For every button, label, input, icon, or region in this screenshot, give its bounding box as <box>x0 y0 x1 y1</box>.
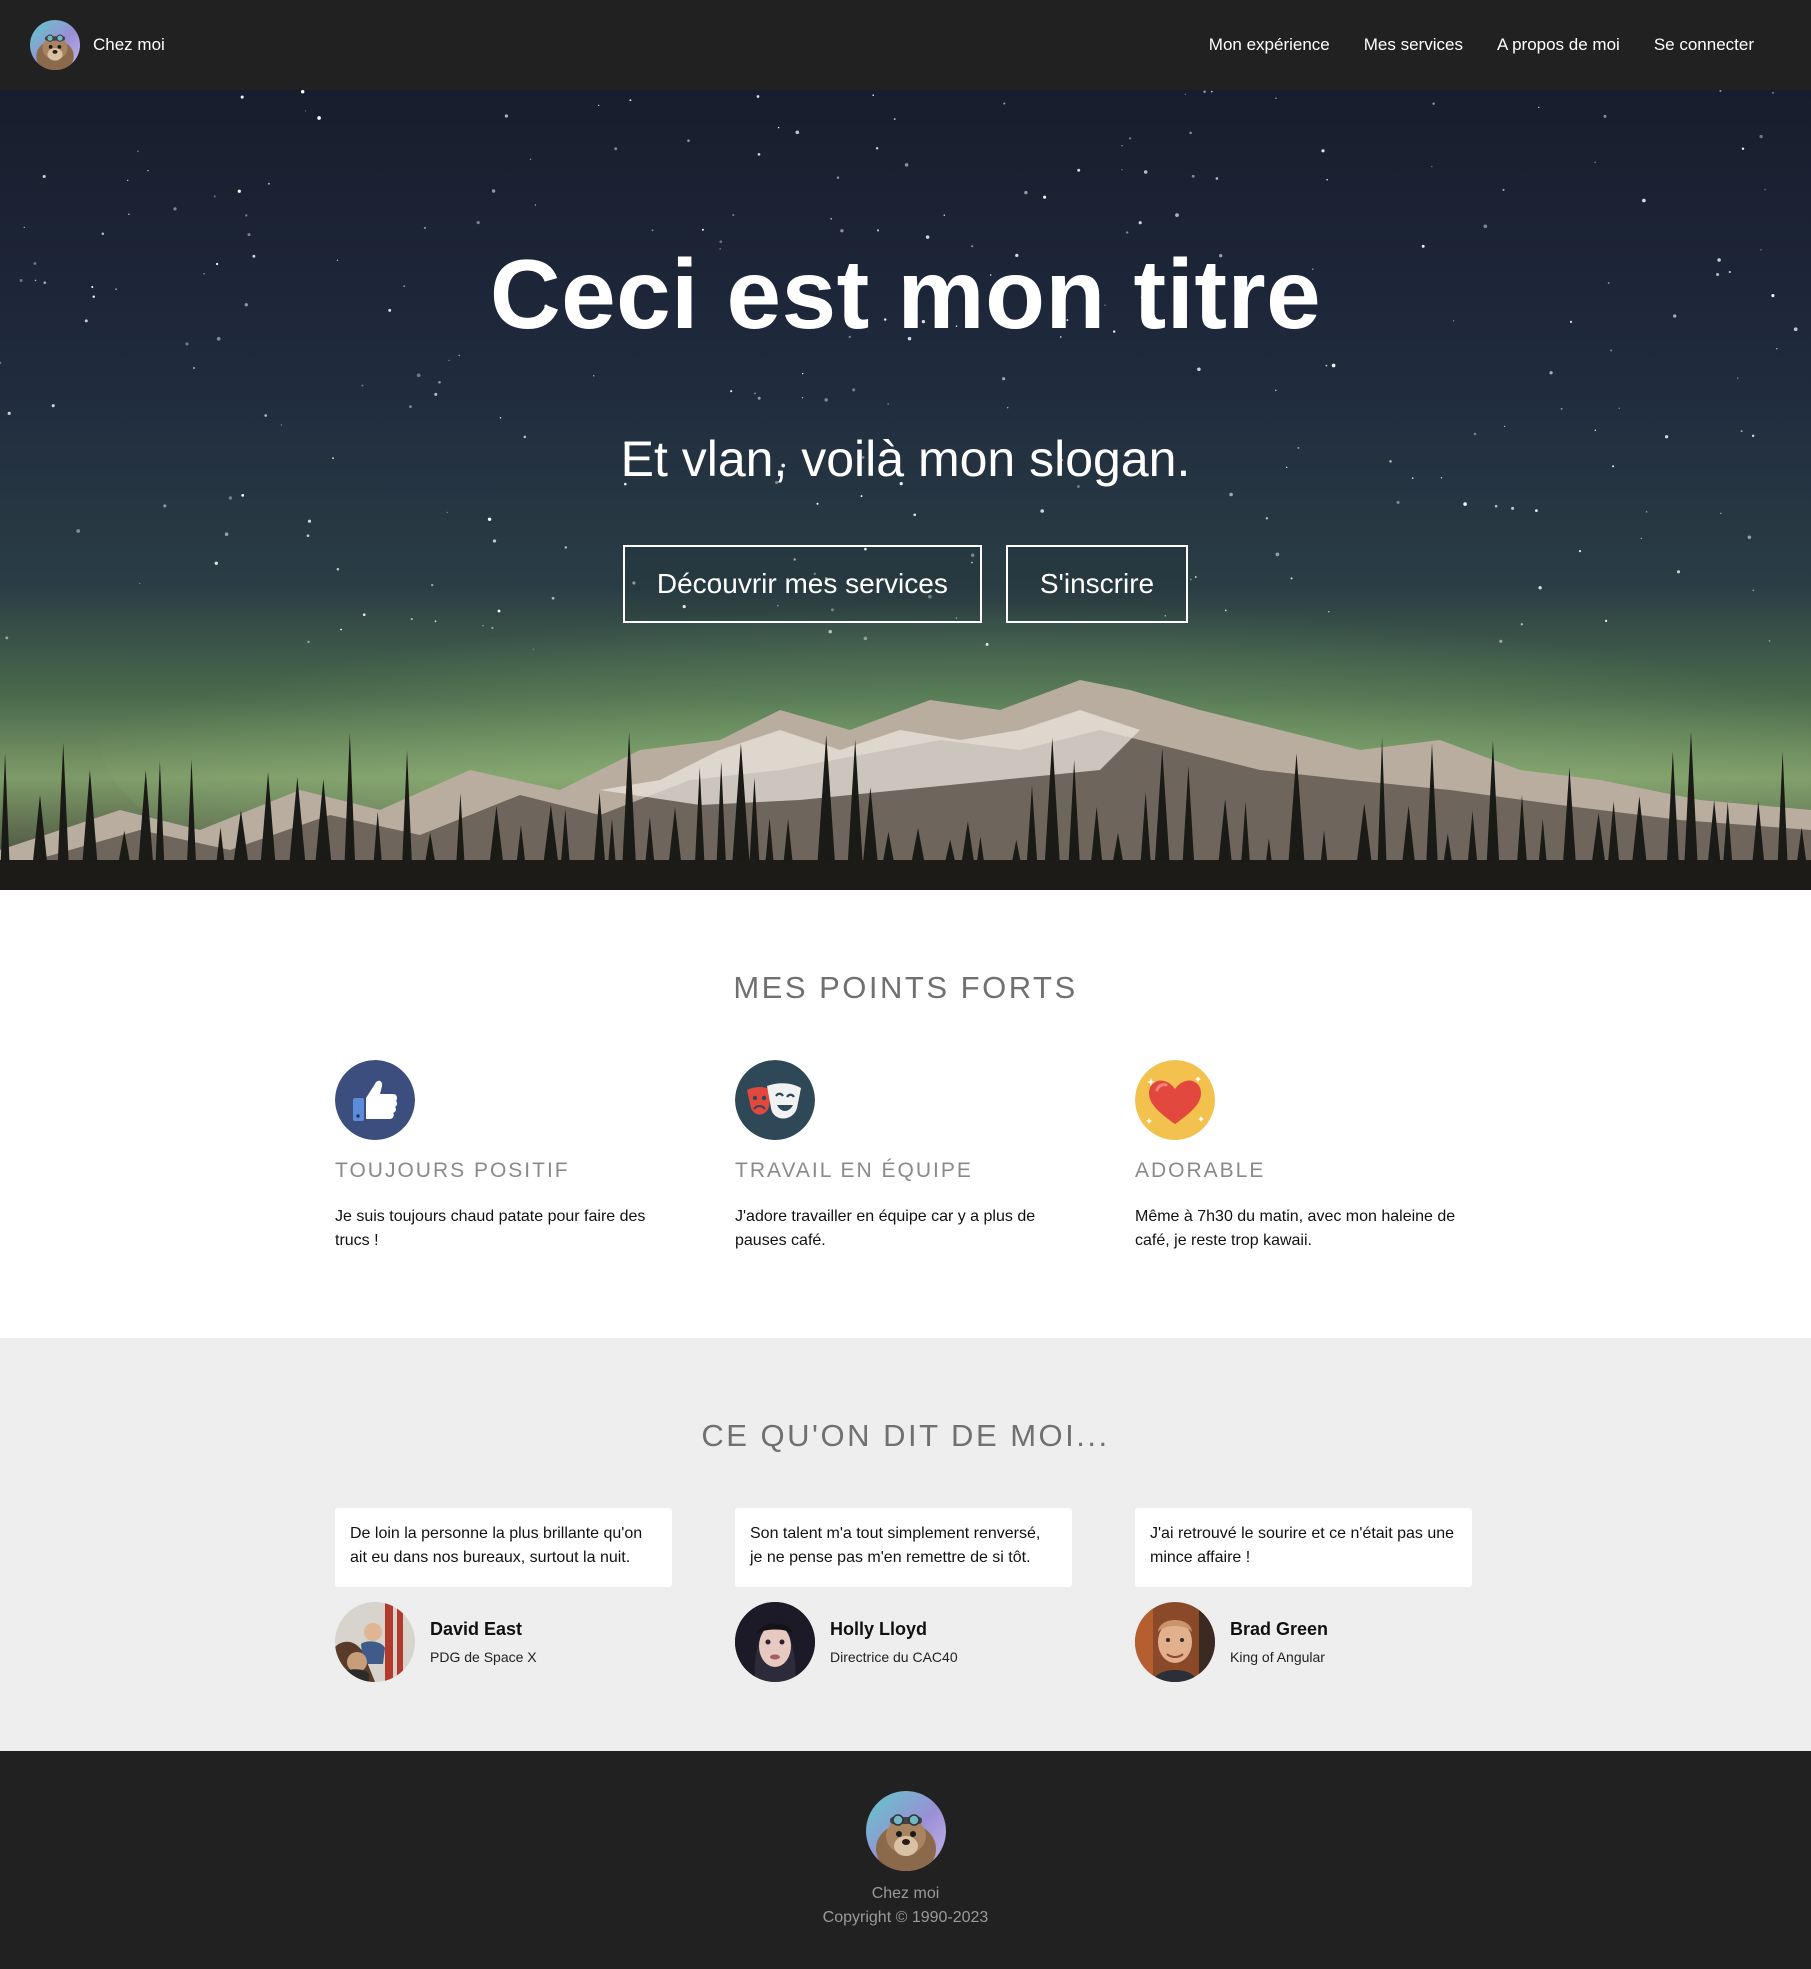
footer-brand-label: Chez moi <box>871 1885 940 1902</box>
testimonial-quote: De loin la personne la plus brillante qu… <box>335 1508 672 1587</box>
hero-slogan: Et vlan, voilà mon slogan. <box>620 431 1191 487</box>
hero-section: Ceci est mon titre Et vlan, voilà mon sl… <box>0 90 1811 890</box>
feature-text: Même à 7h30 du matin, avec mon haleine d… <box>1135 1208 1456 1249</box>
author-info: Holly Lloyd Directrice du CAC40 <box>830 1619 958 1665</box>
feature-positive: TOUJOURS POSITIF Je suis toujours chaud … <box>335 1060 680 1253</box>
brand-link[interactable]: Chez moi <box>30 19 165 71</box>
nav-links: Mon expérience Mes services A propos de … <box>1209 0 1754 90</box>
testimonial-card: J'ai retrouvé le sourire et ce n'était p… <box>1135 1508 1472 1682</box>
author-name: Brad Green <box>1230 1619 1329 1639</box>
author-avatar <box>335 1602 415 1682</box>
navbar: Chez moi Mon expérience Mes services A p… <box>0 0 1811 90</box>
feature-text: J'adore travailler en équipe car y a plu… <box>735 1208 1036 1249</box>
testimonial-author: Holly Lloyd Directrice du CAC40 <box>735 1602 1072 1682</box>
author-role: King of Angular <box>1230 1649 1325 1665</box>
author-role: PDG de Space X <box>430 1649 537 1665</box>
testimonial-quote: Son talent m'a tout simplement renversé,… <box>735 1508 1072 1587</box>
author-info: Brad Green King of Angular <box>1230 1619 1328 1665</box>
thumbs-up-icon <box>335 1060 415 1140</box>
footer-copyright: Copyright © 1990-2023 <box>822 1909 989 1926</box>
feature-title: TRAVAIL EN ÉQUIPE <box>735 1159 973 1182</box>
strengths-section: MES POINTS FORTS TOUJOURS POSITIF Je sui… <box>0 890 1811 1338</box>
testimonials-section: CE QU'ON DIT DE MOI... De loin la person… <box>0 1338 1811 1751</box>
author-avatar <box>735 1602 815 1682</box>
author-info: David East PDG de Space X <box>430 1619 537 1665</box>
brand-label: Chez moi <box>93 35 165 54</box>
hero-title: Ceci est mon titre <box>489 239 1322 349</box>
testimonial-author: Brad Green King of Angular <box>1135 1602 1472 1682</box>
hedgehog-avatar <box>30 20 80 70</box>
testimonial-card: De loin la personne la plus brillante qu… <box>335 1508 672 1682</box>
theater-masks-icon <box>735 1060 815 1140</box>
discover-services-button[interactable]: Découvrir mes services <box>622 545 982 623</box>
hedgehog-avatar <box>866 1791 946 1871</box>
hero-background-image <box>0 90 1811 890</box>
feature-teamwork: TRAVAIL EN ÉQUIPE J'adore travailler en … <box>735 1060 1080 1253</box>
hero-buttons: Découvrir mes services S'inscrire <box>0 545 1811 623</box>
heart-icon <box>1135 1060 1215 1140</box>
strengths-title: MES POINTS FORTS <box>733 970 1078 1005</box>
nav-link-experience[interactable]: Mon expérience <box>1209 35 1330 55</box>
author-name: Holly Lloyd <box>830 1619 928 1639</box>
testimonial-author: David East PDG de Space X <box>335 1602 672 1682</box>
nav-link-about[interactable]: A propos de moi <box>1497 35 1620 55</box>
author-role: Directrice du CAC40 <box>830 1649 958 1665</box>
testimonials-title: CE QU'ON DIT DE MOI... <box>701 1418 1110 1453</box>
feature-text: Je suis toujours chaud patate pour faire… <box>335 1208 646 1249</box>
author-avatar <box>1135 1602 1215 1682</box>
testimonial-card: Son talent m'a tout simplement renversé,… <box>735 1508 1072 1682</box>
feature-adorable: ADORABLE Même à 7h30 du matin, avec mon … <box>1135 1060 1480 1253</box>
feature-title: ADORABLE <box>1135 1159 1266 1182</box>
nav-link-login[interactable]: Se connecter <box>1654 35 1754 55</box>
author-name: David East <box>430 1619 523 1639</box>
signup-button[interactable]: S'inscrire <box>1005 545 1189 623</box>
footer: Chez moi Copyright © 1990-2023 <box>0 1751 1811 1969</box>
testimonial-quote: J'ai retrouvé le sourire et ce n'était p… <box>1135 1508 1472 1587</box>
nav-link-services[interactable]: Mes services <box>1364 35 1463 55</box>
feature-title: TOUJOURS POSITIF <box>335 1159 570 1182</box>
